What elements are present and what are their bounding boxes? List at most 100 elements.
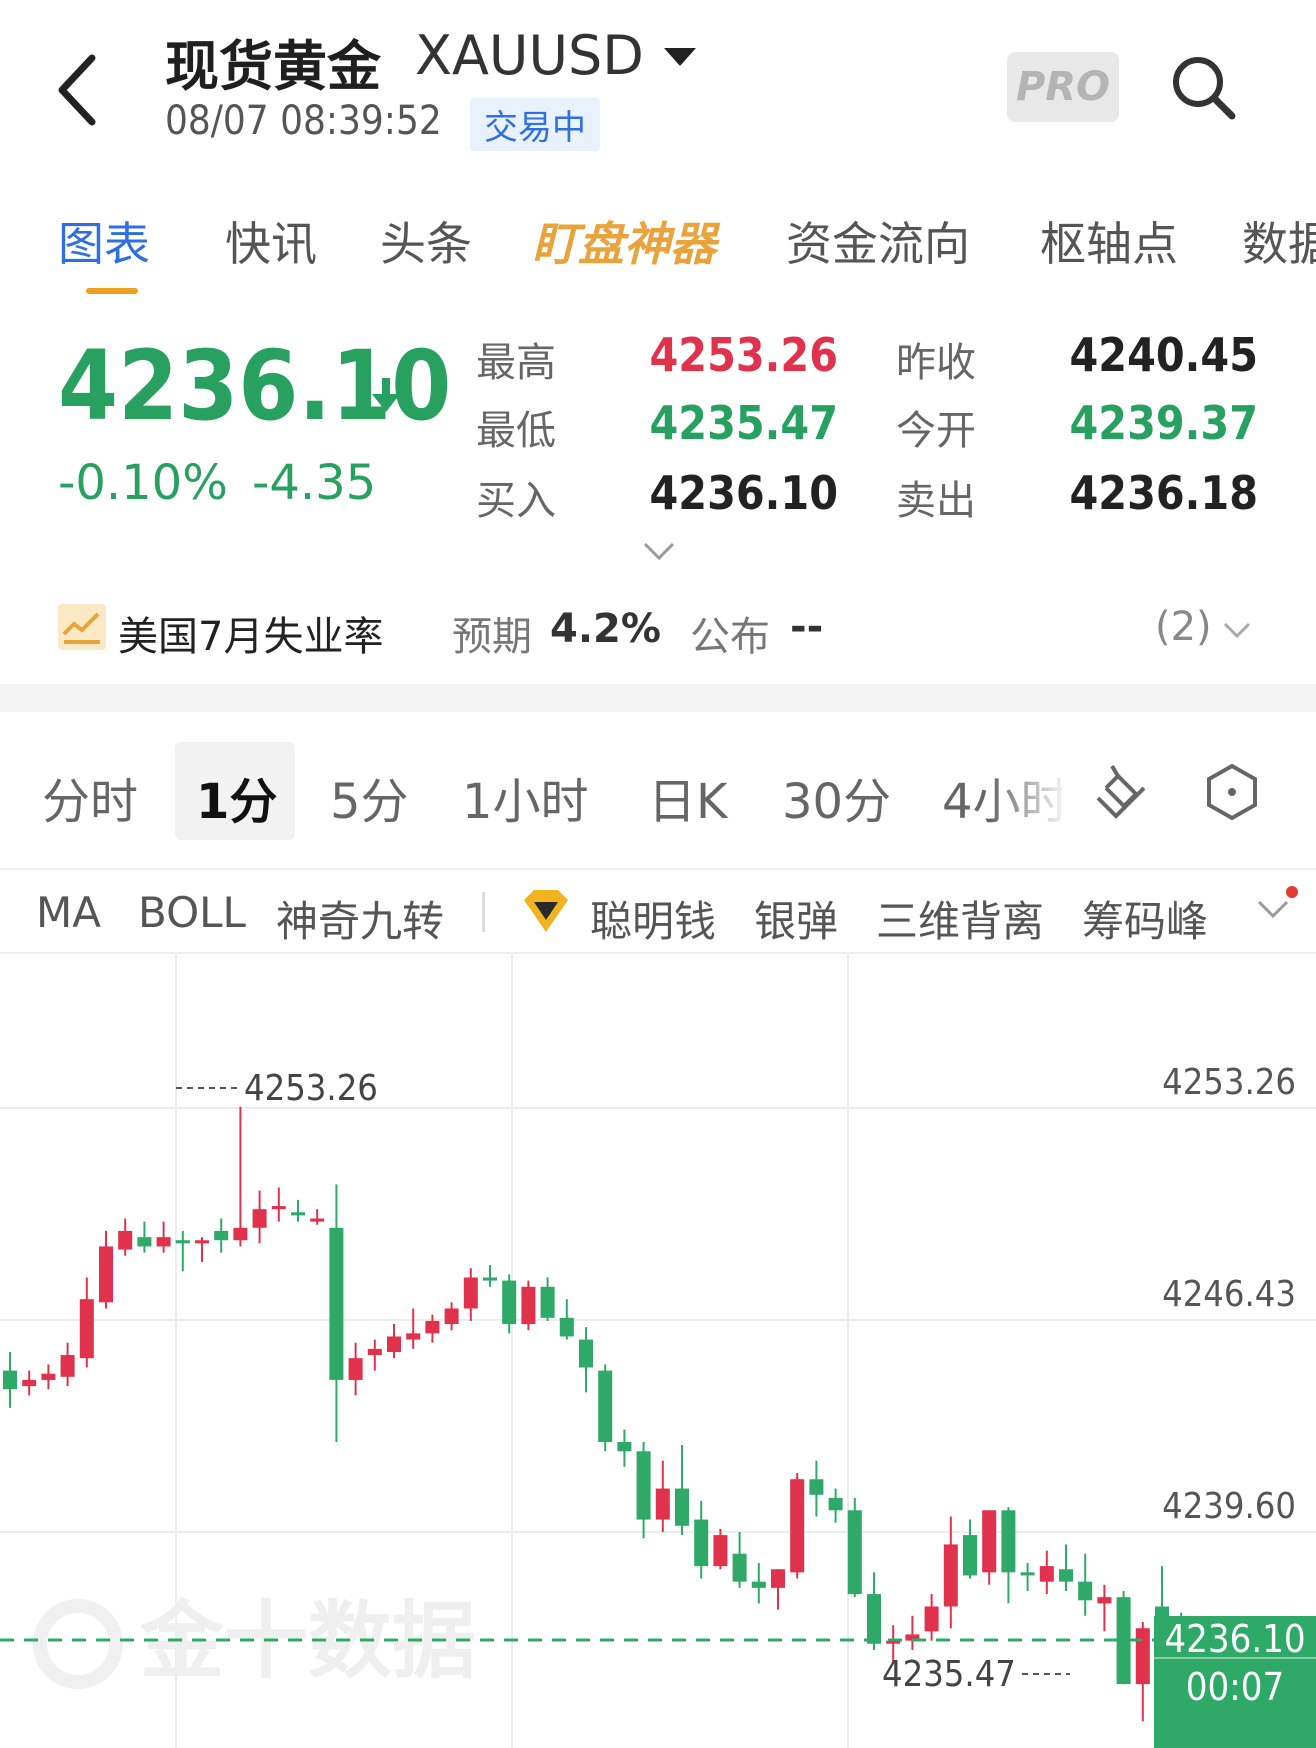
last-price-tag-value: 4236.10	[1164, 1617, 1305, 1661]
candle	[963, 1519, 977, 1579]
tab-headlines[interactable]: 头条	[380, 208, 472, 274]
tab-pivot-points[interactable]: 枢轴点	[1040, 208, 1178, 274]
tab-watch-tool[interactable]: 盯盘神器	[532, 208, 716, 274]
candle-body	[521, 1286, 536, 1325]
candle	[41, 1364, 56, 1390]
y-tick-label: 4246.43	[1162, 1274, 1296, 1315]
period-tab-daily[interactable]: 日K	[648, 762, 727, 832]
candle	[156, 1221, 171, 1253]
period-tab-intraday[interactable]: 分时	[42, 762, 138, 832]
candle-body	[156, 1237, 171, 1247]
candle-body	[828, 1497, 843, 1511]
trading-status-badge: 交易中	[470, 98, 600, 151]
candle-body	[579, 1339, 593, 1368]
candle-body	[1097, 1597, 1112, 1604]
candle	[924, 1594, 939, 1641]
candle	[559, 1299, 574, 1340]
chevron-down-icon[interactable]	[1256, 898, 1290, 920]
caret-down-icon[interactable]	[664, 48, 696, 66]
event-count[interactable]: (2)	[1155, 604, 1212, 650]
period-tab-1hour[interactable]: 1小时	[462, 762, 589, 832]
candle	[502, 1274, 517, 1334]
chevron-down-icon[interactable]	[1222, 620, 1252, 640]
ask-value: 4236.18	[1069, 466, 1259, 520]
candle-body	[713, 1535, 728, 1567]
candle	[406, 1308, 421, 1349]
high-value: 4253.26	[649, 328, 839, 382]
forecast-label: 预期	[452, 614, 532, 660]
candle	[521, 1280, 536, 1331]
diamond-icon	[524, 890, 568, 932]
candle	[636, 1441, 651, 1539]
settings-icon[interactable]	[1202, 762, 1262, 822]
candle	[252, 1190, 267, 1244]
period-tab-5min[interactable]: 5分	[330, 762, 409, 832]
candle	[905, 1615, 920, 1650]
section-divider	[0, 684, 1316, 712]
candle	[1059, 1544, 1073, 1591]
candlestick-chart[interactable]: 金十数据 4253.26 4235.47 4253.26 4246.43 423…	[0, 954, 1316, 1748]
back-arrow-icon[interactable]	[52, 50, 112, 130]
symbol-selector[interactable]: XAUUSD	[415, 24, 644, 87]
candle	[60, 1342, 75, 1387]
instrument-title: 现货黄金	[165, 35, 381, 98]
candle	[771, 1569, 785, 1610]
candle-body	[367, 1348, 382, 1356]
indicator-magic-nine[interactable]: 神奇九转	[276, 888, 444, 949]
candle-body	[502, 1280, 517, 1325]
indicator-ma[interactable]: MA	[36, 888, 101, 937]
expand-chevron-icon[interactable]	[642, 540, 676, 562]
search-icon[interactable]	[1168, 52, 1238, 122]
bar-countdown: 00:07	[1186, 1665, 1285, 1709]
candle-body	[943, 1544, 958, 1607]
draw-tool-icon[interactable]	[1090, 762, 1150, 822]
candle-body	[982, 1510, 997, 1573]
candle-body	[118, 1230, 133, 1250]
forecast-value: 4.2%	[550, 606, 661, 652]
candle	[425, 1314, 440, 1343]
candle	[751, 1563, 766, 1604]
candle-body	[867, 1594, 881, 1644]
y-tick-label: 4239.60	[1162, 1486, 1296, 1527]
candle	[943, 1516, 958, 1629]
candle	[713, 1528, 728, 1570]
indicator-smart-money[interactable]: 聪明钱	[590, 888, 716, 949]
candle-body	[1135, 1628, 1150, 1685]
change-percent: -0.10%	[58, 455, 228, 511]
indicator-boll[interactable]: BOLL	[138, 888, 246, 937]
watermark-logo-icon	[33, 1599, 123, 1689]
candle-body	[636, 1451, 651, 1520]
indicator-chip-peak[interactable]: 筹码峰	[1082, 888, 1208, 949]
tab-flash-news[interactable]: 快讯	[225, 208, 317, 274]
candle	[694, 1500, 709, 1579]
candle	[329, 1184, 344, 1442]
indicator-silver-bullet[interactable]: 银弹	[754, 888, 838, 949]
candle-body	[271, 1206, 286, 1210]
candle	[137, 1221, 152, 1253]
indicator-3d-divergence[interactable]: 三维背离	[876, 888, 1044, 949]
high-label: 最高	[476, 340, 556, 386]
candle	[271, 1187, 286, 1222]
pro-button[interactable]: PRO	[1007, 52, 1119, 122]
open-label: 今开	[896, 408, 976, 454]
candle	[540, 1277, 555, 1321]
candle-body	[137, 1237, 152, 1247]
candle	[99, 1230, 113, 1309]
candle-body	[3, 1370, 17, 1390]
candle-body	[99, 1246, 113, 1303]
candle	[233, 1106, 248, 1247]
tab-chart[interactable]: 图表	[58, 208, 150, 274]
period-scroll-fade	[990, 748, 1070, 828]
tab-data[interactable]: 数据	[1242, 208, 1316, 274]
y-tick-label: 4253.26	[1162, 1062, 1296, 1103]
candle-body	[1020, 1572, 1035, 1576]
candle	[828, 1488, 843, 1523]
quote-timestamp: 08/07 08:39:52	[165, 98, 442, 144]
event-title[interactable]: 美国7月失业率	[118, 604, 383, 662]
candle	[175, 1230, 190, 1272]
period-tab-1min[interactable]: 1分	[196, 762, 277, 832]
period-tab-30min[interactable]: 30分	[782, 762, 891, 832]
tab-fund-flow[interactable]: 资金流向	[786, 208, 970, 274]
active-tab-indicator	[86, 288, 138, 294]
candle	[483, 1265, 497, 1287]
